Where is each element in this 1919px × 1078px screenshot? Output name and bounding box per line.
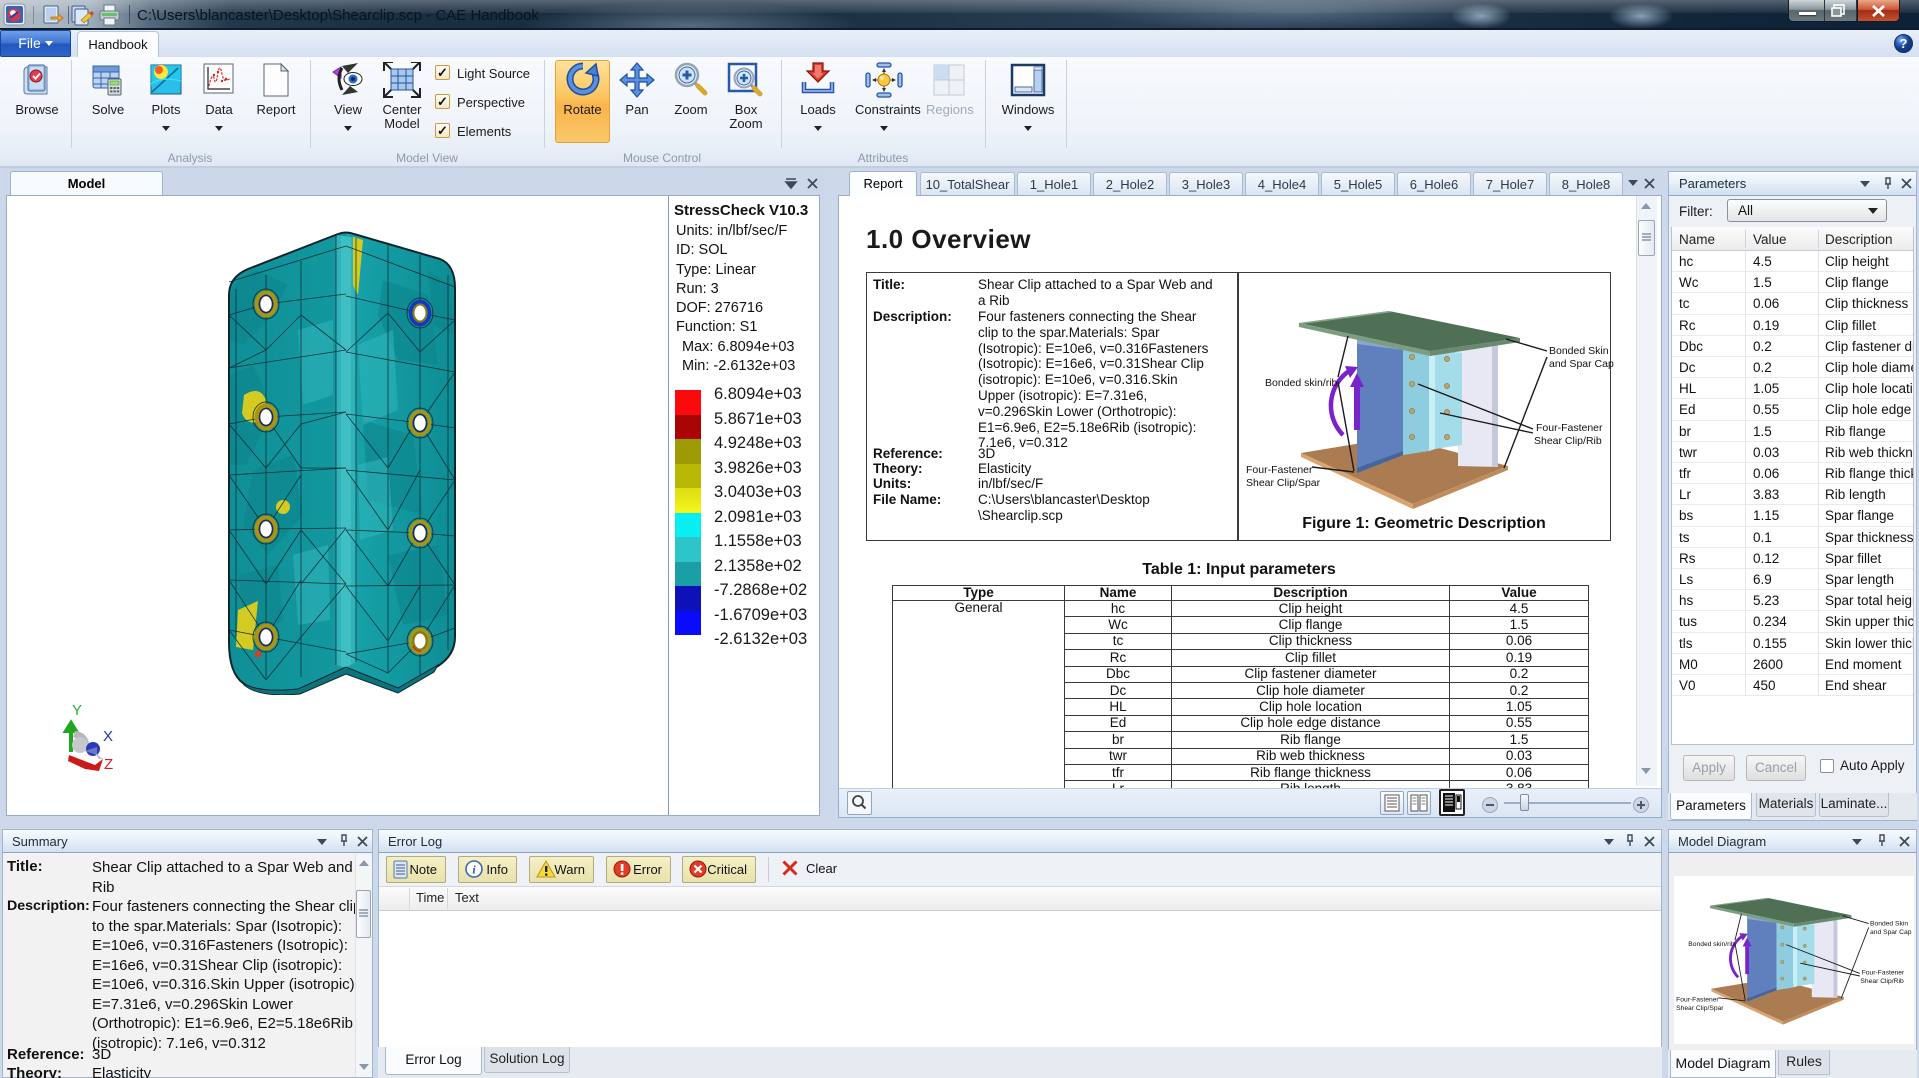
svg-text:X: X bbox=[103, 728, 113, 745]
svg-text:Bonded Skin: Bonded Skin bbox=[1549, 345, 1609, 357]
svg-text:Shear Clip/Rib: Shear Clip/Rib bbox=[1534, 435, 1602, 447]
svg-text:Four-Fastener: Four-Fastener bbox=[1536, 422, 1603, 434]
svg-text:and Spar Cap: and Spar Cap bbox=[1549, 358, 1614, 370]
svg-text:?: ? bbox=[1900, 36, 1908, 51]
svg-text:Z: Z bbox=[104, 756, 113, 773]
svg-text:Four-Fastener: Four-Fastener bbox=[1246, 464, 1313, 476]
svg-text:Bonded skin/rib: Bonded skin/rib bbox=[1265, 377, 1338, 389]
svg-text:Y: Y bbox=[72, 702, 82, 719]
svg-text:Shear Clip/Spar: Shear Clip/Spar bbox=[1246, 477, 1321, 489]
